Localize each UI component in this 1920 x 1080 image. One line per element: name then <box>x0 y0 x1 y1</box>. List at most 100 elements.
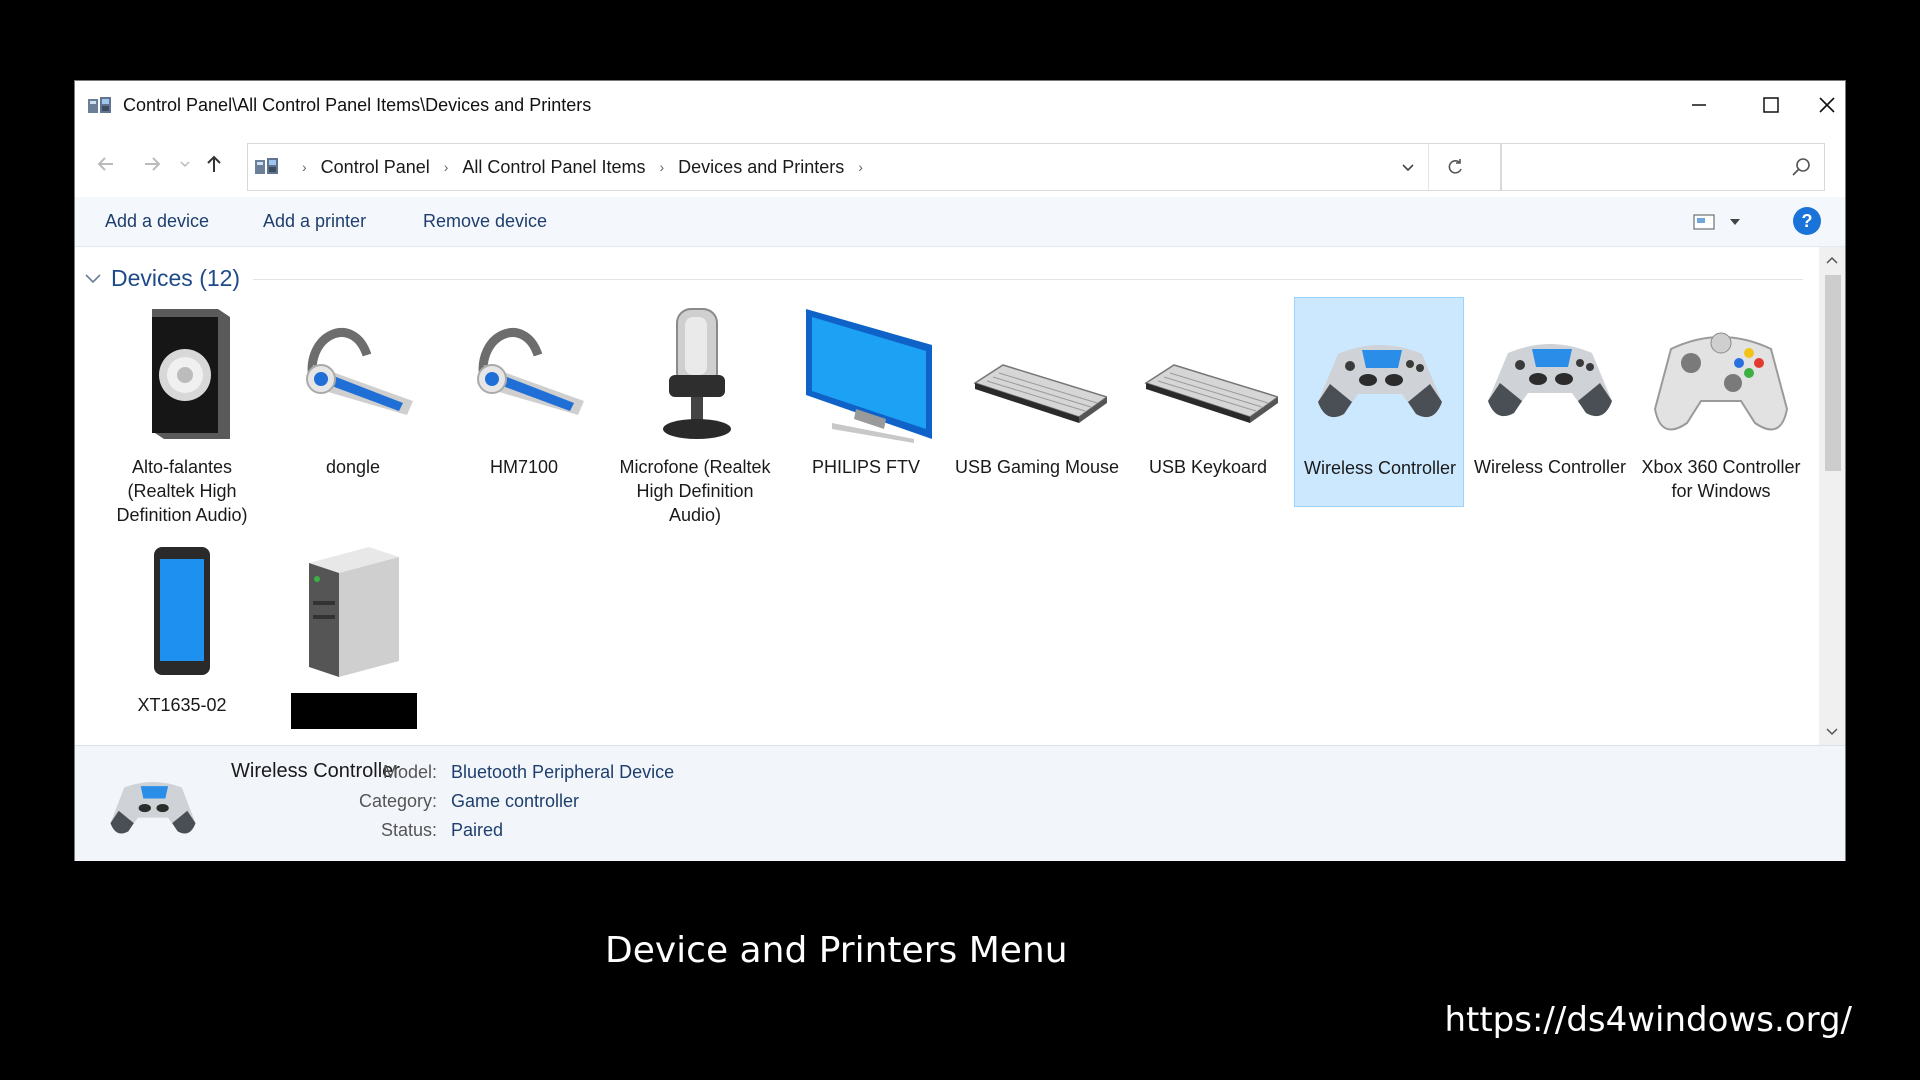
devices-pane: Devices (12) Alto-falantes (Realtek High… <box>75 247 1819 745</box>
up-button[interactable] <box>199 149 229 179</box>
chevron-down-icon <box>1826 728 1838 736</box>
detail-value: Bluetooth Peripheral Device <box>451 762 675 782</box>
maximize-icon <box>1763 97 1779 113</box>
device-label: USB Keykoard <box>1148 457 1268 477</box>
xbox-controller-icon <box>1653 332 1789 431</box>
device-label: Xbox 360 Controller for Windows <box>1641 457 1801 501</box>
devices-printers-window: Control Panel\All Control Panel Items\De… <box>74 80 1846 861</box>
detail-key: Status: <box>380 820 437 840</box>
scroll-thumb[interactable] <box>1825 275 1841 471</box>
detail-key: Model: <box>382 762 437 782</box>
device-label: Wireless Controller <box>1473 457 1627 477</box>
breadcrumb-devices-printers[interactable]: Devices and Printers <box>678 157 844 178</box>
address-bar[interactable]: › Control Panel › All Control Panel Item… <box>247 143 1501 191</box>
device-label: HM7100 <box>489 457 559 477</box>
chevron-up-icon <box>1826 256 1838 264</box>
chevron-down-icon <box>180 161 190 168</box>
source-url[interactable]: https://ds4windows.org/ <box>1444 1000 1852 1040</box>
device-tile[interactable]: Alto-falantes (Realtek High Definition A… <box>97 297 267 525</box>
device-label: Microfone (Realtek High Definition Audio… <box>619 457 771 525</box>
chevron-right-icon[interactable]: › <box>444 159 449 175</box>
forward-button[interactable] <box>137 149 167 179</box>
gamepad-icon <box>110 782 196 834</box>
minimize-icon <box>1692 104 1706 106</box>
command-bar: Add a device Add a printer Remove device… <box>75 197 1845 247</box>
monitor-icon <box>806 309 932 443</box>
detail-key: Category: <box>358 791 437 811</box>
device-tile[interactable]: USB Gaming Mouse <box>952 297 1122 507</box>
gamepad-icon <box>1318 345 1442 418</box>
question-mark-icon: ? <box>1801 210 1813 231</box>
refresh-button[interactable] <box>1428 144 1480 190</box>
title-bar: Control Panel\All Control Panel Items\De… <box>75 81 1845 129</box>
device-tile[interactable]: XT1635-02 <box>97 535 267 745</box>
view-icon <box>1693 214 1715 230</box>
headset-icon <box>306 328 413 415</box>
details-pane: Wireless Controller Model: Bluetooth Per… <box>75 745 1845 861</box>
chevron-right-icon[interactable]: › <box>858 159 863 175</box>
arrow-left-icon <box>97 157 113 171</box>
add-device-button[interactable]: Add a device <box>105 211 209 232</box>
microphone-icon <box>663 308 731 439</box>
vertical-scrollbar[interactable] <box>1819 247 1845 745</box>
headset-icon <box>477 328 584 415</box>
group-divider <box>253 279 1803 280</box>
device-label: USB Gaming Mouse <box>954 457 1120 477</box>
device-label: Wireless Controller <box>1303 458 1457 478</box>
maximize-button[interactable] <box>1735 81 1807 129</box>
caption-text: Device and Printers Menu <box>605 930 1068 971</box>
chevron-right-icon[interactable]: › <box>302 159 307 175</box>
close-button[interactable] <box>1809 81 1845 129</box>
device-tile[interactable]: Microfone (Realtek High Definition Audio… <box>610 297 780 525</box>
search-icon <box>1792 158 1810 176</box>
address-row: › Control Panel › All Control Panel Item… <box>75 137 1845 191</box>
keyboard-icon <box>973 364 1107 423</box>
device-tile[interactable]: USB Keykoard <box>1123 297 1293 507</box>
phone-icon <box>154 547 210 675</box>
device-tile[interactable]: dongle <box>268 297 438 507</box>
recent-locations-button[interactable] <box>177 149 193 179</box>
control-panel-icon <box>88 97 111 113</box>
remove-device-button[interactable]: Remove device <box>423 211 547 232</box>
search-input[interactable] <box>1501 143 1825 191</box>
chevron-down-icon <box>1402 164 1414 172</box>
address-dropdown-button[interactable] <box>1388 144 1428 190</box>
scroll-down-button[interactable] <box>1819 721 1845 743</box>
close-icon <box>1819 97 1835 113</box>
devices-group-header[interactable]: Devices (12) <box>83 263 240 293</box>
speaker-icon <box>152 309 230 439</box>
breadcrumb: › Control Panel › All Control Panel Item… <box>288 144 877 190</box>
keyboard-icon <box>1144 364 1278 423</box>
arrow-right-icon <box>145 157 161 171</box>
arrow-up-icon <box>207 155 221 172</box>
chevron-right-icon[interactable]: › <box>660 159 665 175</box>
window-title: Control Panel\All Control Panel Items\De… <box>123 95 592 115</box>
device-tile[interactable]: PHILIPS FTV <box>781 297 951 507</box>
devices-group-title: Devices (12) <box>111 264 241 291</box>
minimize-button[interactable] <box>1663 81 1735 129</box>
device-tile[interactable]: Wireless Controller <box>1465 297 1635 507</box>
chevron-down-icon <box>85 274 101 284</box>
refresh-icon <box>1448 159 1462 174</box>
back-button[interactable] <box>91 149 121 179</box>
redacted-label <box>291 693 417 729</box>
control-panel-icon <box>255 158 278 174</box>
change-view-button[interactable] <box>1693 209 1755 235</box>
add-printer-button[interactable]: Add a printer <box>263 211 366 232</box>
device-label: XT1635-02 <box>137 695 227 715</box>
device-label: Alto-falantes (Realtek High Definition A… <box>116 457 248 525</box>
scroll-up-button[interactable] <box>1819 249 1845 271</box>
breadcrumb-all-items[interactable]: All Control Panel Items <box>462 157 645 178</box>
device-tile[interactable]: Xbox 360 Controller for Windows <box>1636 297 1806 507</box>
caret-down-icon <box>1730 219 1740 225</box>
gamepad-icon <box>1488 344 1612 417</box>
device-label: dongle <box>325 457 381 477</box>
detail-value: Paired <box>451 820 504 840</box>
breadcrumb-control-panel[interactable]: Control Panel <box>321 157 430 178</box>
help-button[interactable]: ? <box>1793 207 1821 235</box>
detail-value: Game controller <box>451 791 580 811</box>
device-label: PHILIPS FTV <box>811 457 921 477</box>
device-tile-selected[interactable]: Wireless Controller <box>1294 297 1464 507</box>
device-tile[interactable]: HM7100 <box>439 297 609 507</box>
computer-tower-icon <box>309 547 399 677</box>
